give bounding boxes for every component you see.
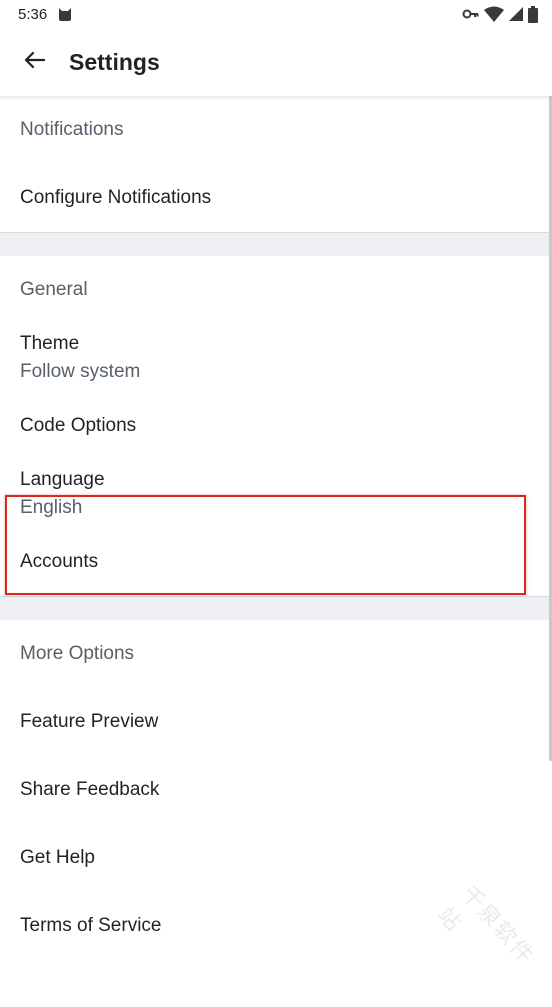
back-button[interactable]: [16, 44, 52, 80]
status-right: [462, 5, 538, 23]
get-help-label: Get Help: [20, 847, 95, 868]
accounts-item[interactable]: Accounts: [0, 528, 552, 596]
wifi-icon: [484, 6, 504, 22]
settings-list[interactable]: Notifications Configure Notifications Ge…: [0, 96, 552, 981]
code-options-label: Code Options: [20, 415, 137, 436]
section-header-more-options: More Options: [20, 643, 135, 664]
code-options-item[interactable]: Code Options: [0, 392, 552, 460]
section-header-general: General: [20, 279, 88, 300]
feature-preview-item[interactable]: Feature Preview: [0, 688, 552, 756]
status-time: 5:36: [18, 5, 48, 23]
battery-icon: [528, 5, 538, 23]
section-divider: [0, 596, 552, 620]
terms-of-service-item[interactable]: Terms of Service: [0, 892, 552, 960]
share-feedback-label: Share Feedback: [20, 779, 160, 800]
configure-notifications-item[interactable]: Configure Notifications: [0, 164, 552, 232]
language-value: English: [20, 497, 83, 518]
page-title: Settings: [69, 48, 160, 75]
back-arrow-icon: [23, 51, 46, 74]
language-item[interactable]: Language English: [0, 460, 552, 528]
signal-icon: [508, 6, 524, 22]
share-feedback-item[interactable]: Share Feedback: [0, 756, 552, 824]
vpn-key-icon: [462, 7, 480, 21]
terms-of-service-label: Terms of Service: [20, 915, 162, 936]
get-help-item[interactable]: Get Help: [0, 824, 552, 892]
configure-notifications-label: Configure Notifications: [20, 187, 212, 208]
section-header-notifications: Notifications: [20, 119, 124, 140]
status-left: 5:36: [18, 6, 73, 23]
theme-value: Follow system: [20, 361, 141, 382]
app-bar: Settings: [0, 28, 552, 96]
accounts-label: Accounts: [20, 551, 99, 572]
section-divider: [0, 232, 552, 256]
feature-preview-label: Feature Preview: [20, 711, 159, 732]
language-label: Language: [20, 469, 105, 490]
theme-item[interactable]: Theme Follow system: [0, 324, 552, 392]
theme-label: Theme: [20, 333, 80, 354]
status-bar: 5:36: [0, 0, 552, 28]
cat-icon: [57, 6, 73, 22]
